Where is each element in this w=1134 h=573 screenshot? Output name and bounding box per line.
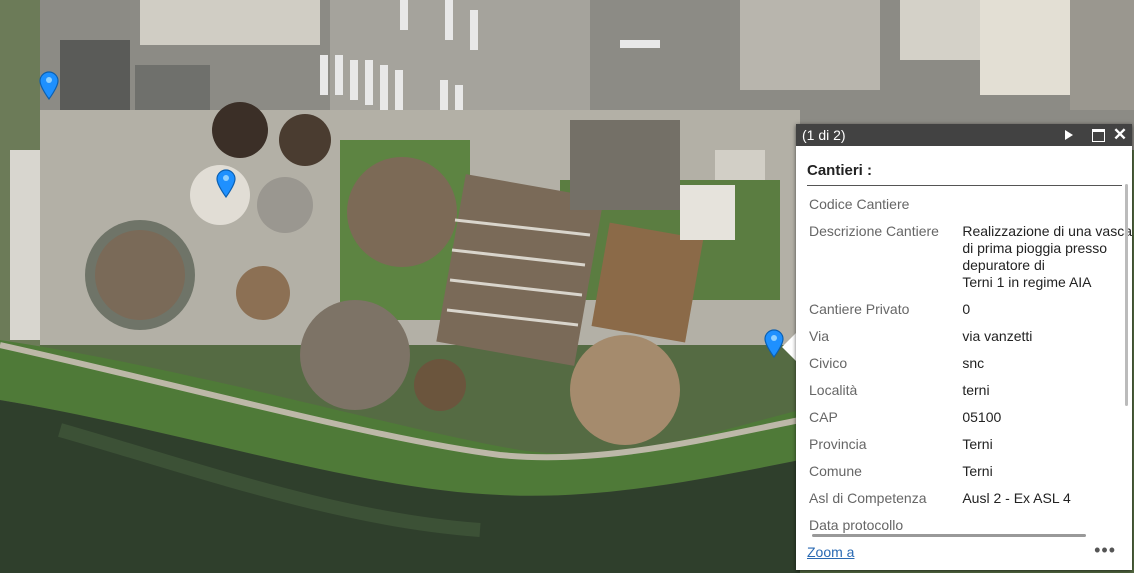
maximize-icon [1091,128,1105,142]
field-name: Via [809,328,829,344]
next-feature-button[interactable] [1058,124,1080,146]
field-name: CAP [809,409,838,425]
field-name: Data protocollo [809,517,904,533]
attr-row-provincia: Provincia Terni [809,436,1132,463]
zoom-to-link[interactable]: Zoom a [807,544,854,560]
field-value: Terni [962,436,993,452]
attribute-table: Codice Cantiere Descrizione Cantiere Rea… [809,196,1132,534]
field-name: Civico [809,355,848,371]
attr-row-cap: CAP 05100 [809,409,1132,436]
field-value: Terni [962,463,993,479]
close-icon: ✕ [1112,125,1128,144]
field-value-line: Terni 1 in regime AIA [962,274,1092,290]
attr-row-privato: Cantiere Privato 0 [809,301,1132,328]
more-actions-button[interactable]: ••• [1094,540,1116,561]
feature-count: (1 di 2) [802,127,846,143]
attr-row-asl: Asl di Competenza Ausl 2 - Ex ASL 4 [809,490,1132,517]
close-button[interactable]: ✕ [1109,124,1131,146]
field-name: Comune [809,463,862,479]
field-value [962,517,1132,534]
field-value-line: di prima pioggia presso [962,240,1108,256]
field-name: Asl di Competenza [809,490,927,506]
attr-row-descrizione: Descrizione Cantiere Realizzazione di un… [809,223,1132,301]
field-value [962,196,1132,223]
field-value-line: depuratore di [962,257,1045,273]
maximize-button[interactable] [1087,124,1109,146]
attr-row-codice: Codice Cantiere [809,196,1132,223]
field-value: Ausl 2 - Ex ASL 4 [962,490,1071,506]
field-name: Codice Cantiere [809,196,910,212]
popup-content[interactable]: Cantieri : Codice Cantiere Descrizione C… [796,146,1132,534]
attr-row-data-protocollo: Data protocollo [809,517,1132,534]
field-name: Località [809,382,858,398]
field-value: Realizzazione di una vasca di prima piog… [962,223,1132,301]
layer-title: Cantieri : [807,162,1122,186]
popup-footer: Zoom a ••• [796,538,1132,570]
horizontal-scrollbar[interactable] [812,534,1086,537]
field-value: snc [962,355,985,371]
field-value: via vanzetti [962,328,1033,344]
popup-pointer [782,333,796,361]
popup-header: (1 di 2) ✕ [796,124,1132,146]
attr-row-via: Via via vanzetti [809,328,1132,355]
map-marker-pin[interactable] [215,168,237,199]
field-name: Cantiere Privato [809,301,910,317]
field-value: 05100 [962,409,1002,425]
field-value: 0 [962,301,971,317]
field-name: Descrizione Cantiere [809,223,939,239]
vertical-scrollbar[interactable] [1125,184,1128,406]
field-value-line: Realizzazione di una vasca [962,223,1132,239]
attr-row-comune: Comune Terni [809,463,1132,490]
attr-row-localita: Località terni [809,382,1132,409]
feature-popup: (1 di 2) ✕ Cantieri : Codice Cantiere De… [796,124,1132,570]
field-value: terni [962,382,990,398]
map-marker-pin[interactable] [38,70,60,101]
attr-row-civico: Civico snc [809,355,1132,382]
field-name: Provincia [809,436,867,452]
play-icon [1065,130,1073,140]
